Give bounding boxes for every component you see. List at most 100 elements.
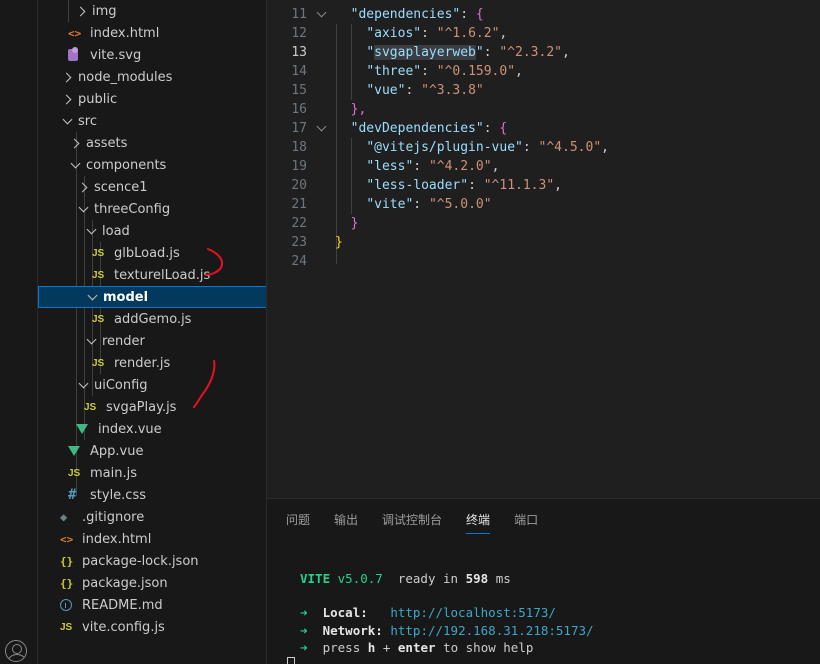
code-line[interactable]: 11 "dependencies": { (267, 5, 820, 24)
code-line[interactable]: 14 "three": "^0.159.0", (267, 62, 820, 81)
folder-item[interactable]: img (38, 0, 266, 22)
vue-icon (76, 424, 94, 434)
folder-label: threeConfig (94, 201, 171, 217)
file-item[interactable]: vite.svg (38, 44, 266, 66)
folder-label: img (92, 3, 117, 19)
json-quote: " (366, 140, 375, 155)
file-item[interactable]: App.vue (38, 440, 266, 462)
json-icon: {} (60, 554, 74, 568)
chevron-down-icon (60, 114, 74, 128)
json-value: ^4.2.0 (436, 159, 484, 174)
file-label: App.vue (90, 443, 144, 459)
local-url[interactable]: http://localhost:5173/ (390, 605, 556, 620)
chevron-down-icon (84, 334, 98, 348)
file-item[interactable]: <> index.html (38, 22, 266, 44)
folder-item[interactable]: threeConfig (38, 198, 266, 220)
tab-output[interactable]: 输出 (334, 511, 358, 534)
code-line[interactable]: 21 "vite": "^5.0.0" (267, 195, 820, 214)
code-line[interactable]: 18 "@vitejs/plugin-vue": "^4.5.0", (267, 138, 820, 157)
json-quote: " (366, 178, 375, 193)
tab-problems[interactable]: 问题 (286, 511, 310, 534)
code-line[interactable]: 17 "devDependencies": { (267, 119, 820, 138)
file-item[interactable]: {} package-lock.json (38, 550, 266, 572)
json-value: ^2.3.2 (507, 45, 555, 60)
terminal-prompt[interactable] (287, 655, 295, 664)
network-label: Network: (322, 623, 383, 638)
code-line[interactable]: 16 }, (267, 100, 820, 119)
json-quote: " (413, 64, 422, 79)
tab-terminal[interactable]: 终端 (466, 511, 491, 534)
file-label: glbLoad.js (114, 245, 180, 261)
ready-ms: 598 (465, 571, 489, 586)
line-number: 13 (291, 45, 307, 60)
folder-item[interactable]: load (38, 220, 266, 242)
folder-item[interactable]: render (38, 330, 266, 352)
json-colon: : (405, 83, 422, 98)
file-item[interactable]: JS texturelLoad.js (38, 264, 266, 286)
file-item[interactable]: JS render.js (38, 352, 266, 374)
line-number: 19 (291, 159, 307, 174)
code-line[interactable]: 19 "less": "^4.2.0", (267, 157, 820, 176)
folder-label: src (78, 113, 97, 129)
code-editor[interactable]: 11 "dependencies": {12 "axios": "^1.6.2"… (267, 0, 820, 498)
file-item[interactable]: JS main.js (38, 462, 266, 484)
json-quote: " (475, 45, 484, 60)
folder-item[interactable]: node_modules (38, 66, 266, 88)
folder-item[interactable]: scence1 (38, 176, 266, 198)
file-item[interactable]: # style.css (38, 484, 266, 506)
press-text: press (322, 640, 361, 655)
file-label: svgaPlay.js (106, 399, 177, 415)
folder-item[interactable]: model (38, 286, 266, 308)
code-line[interactable]: 24 (267, 252, 820, 271)
folder-item[interactable]: src (38, 110, 266, 132)
folder-item[interactable]: assets (38, 132, 266, 154)
terminal-help-line: ➜ press h + enter to show help (300, 640, 533, 655)
file-label: main.js (90, 465, 137, 481)
vue-icon (68, 446, 86, 456)
folder-label: assets (86, 135, 128, 151)
code-line[interactable]: 12 "axios": "^1.6.2", (267, 24, 820, 43)
folder-item[interactable]: components (38, 154, 266, 176)
json-colon: : (483, 121, 500, 136)
file-item[interactable]: JS svgaPlay.js (38, 396, 266, 418)
file-item[interactable]: JS addGemo.js (38, 308, 266, 330)
file-item[interactable]: README.md (38, 594, 266, 616)
json-comma: , (499, 26, 508, 41)
line-number: 15 (291, 83, 307, 98)
file-item[interactable]: {} package.json (38, 572, 266, 594)
info-icon (60, 599, 78, 611)
file-item[interactable]: JS glbLoad.js (38, 242, 266, 264)
line-number: 22 (291, 216, 307, 231)
json-value: ^1.6.2 (444, 26, 492, 41)
json-colon: : (413, 159, 429, 174)
json-key: @vitejs/plugin-vue (374, 140, 516, 155)
chevron-down-icon (314, 8, 328, 22)
json-brace: { (499, 121, 508, 136)
terminal-cursor (287, 657, 295, 664)
file-item[interactable]: ◆ .gitignore (38, 506, 266, 528)
code-line[interactable]: 20 "less-loader": "^11.1.3", (267, 176, 820, 195)
code-line[interactable]: 22 } (267, 214, 820, 233)
fold-chevron-icon[interactable] (311, 8, 335, 22)
line-number: 18 (291, 140, 307, 155)
json-value: ^3.3.8 (428, 83, 476, 98)
code-line[interactable]: 13 "svgaplayerweb": "^2.3.2", (267, 43, 820, 62)
code-text: "dependencies": { (335, 7, 484, 22)
tab-ports[interactable]: 端口 (514, 511, 538, 534)
account-icon[interactable] (5, 640, 27, 662)
network-url[interactable]: http://192.168.31.218:5173/ (390, 623, 593, 638)
folder-item[interactable]: public (38, 88, 266, 110)
json-colon: : (468, 178, 484, 193)
file-item[interactable]: JS vite.config.js (38, 616, 266, 638)
chevron-down-icon (68, 158, 82, 172)
tab-debug-console[interactable]: 调试控制台 (382, 511, 442, 534)
json-quote: " (507, 64, 516, 79)
json-value: ^5.0.0 (436, 197, 484, 212)
file-label: render.js (114, 355, 171, 371)
file-item[interactable]: index.vue (38, 418, 266, 440)
fold-chevron-icon[interactable] (311, 122, 335, 136)
code-line[interactable]: 15 "vue": "^3.3.8" (267, 81, 820, 100)
file-item[interactable]: <> index.html (38, 528, 266, 550)
folder-item[interactable]: uiConfig (38, 374, 266, 396)
code-line[interactable]: 23} (267, 233, 820, 252)
